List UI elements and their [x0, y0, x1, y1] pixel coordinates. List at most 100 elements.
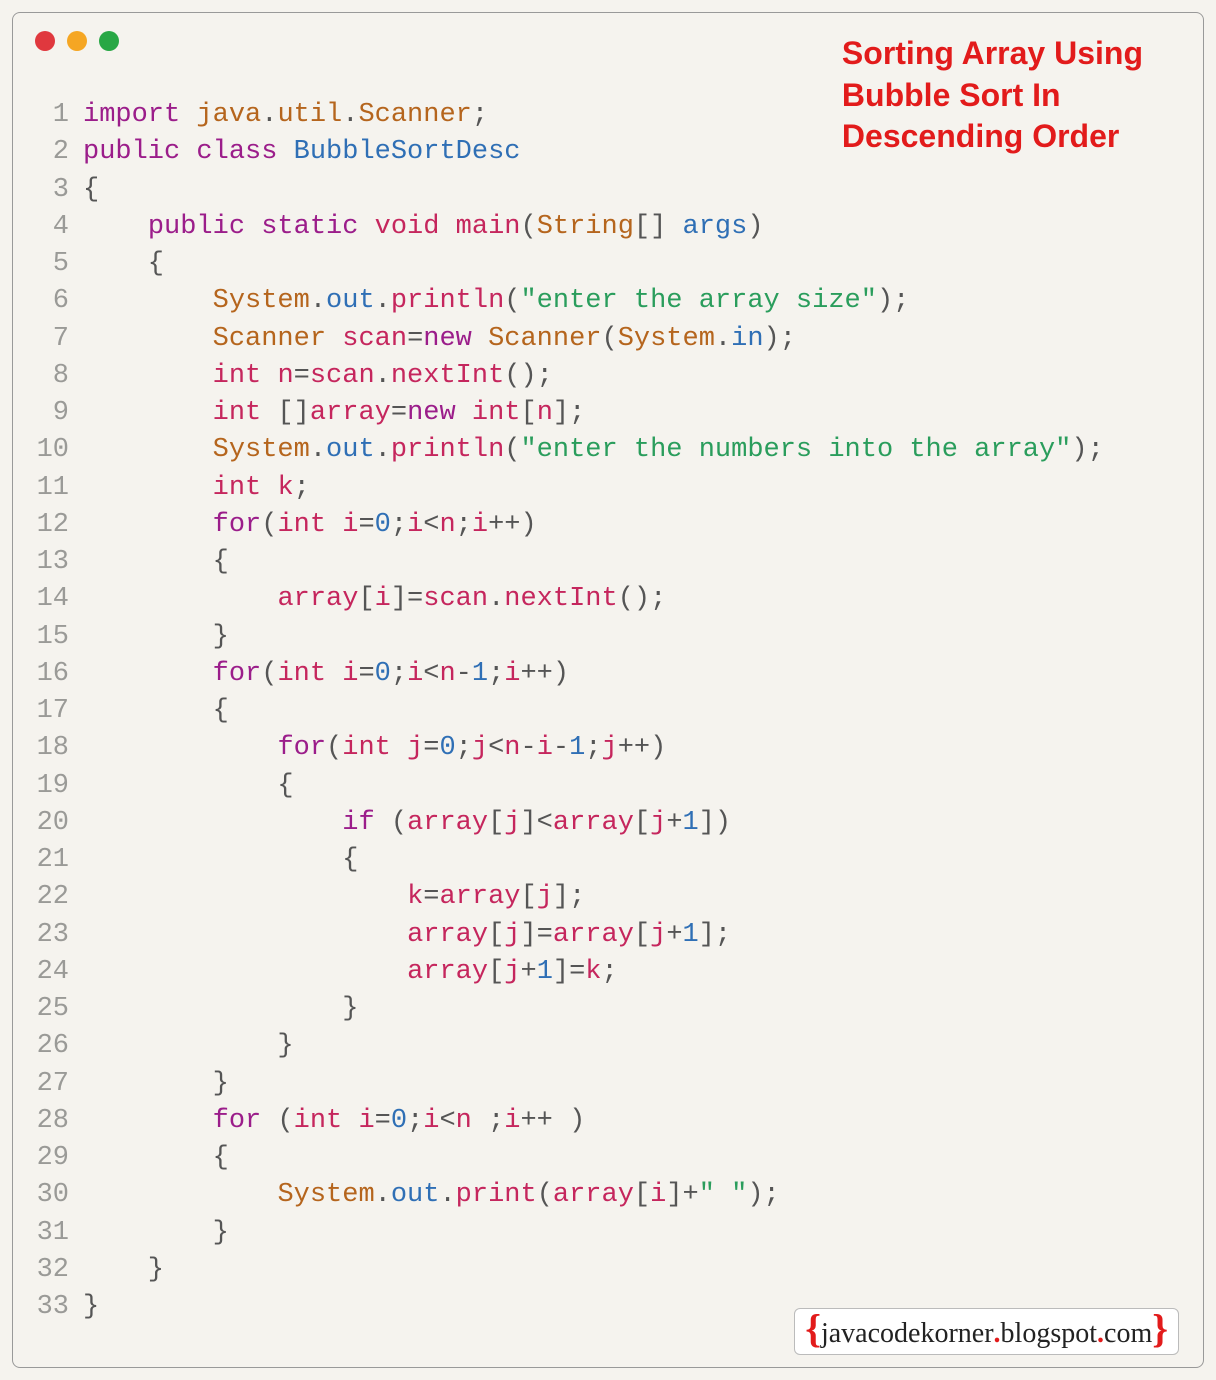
code-line: 29 { [33, 1140, 1183, 1177]
line-number: 18 [33, 730, 83, 767]
token-pun: ++) [488, 510, 537, 540]
token-pun: ; [472, 100, 488, 130]
token-pun: ; [585, 733, 601, 763]
token-var: i [537, 733, 553, 763]
token-kw: for [213, 659, 262, 689]
line-number: 29 [33, 1140, 83, 1177]
token-pun: (); [504, 361, 553, 391]
token-mth: println [391, 435, 504, 465]
token-pun: - [456, 659, 472, 689]
token-pun: ; [602, 957, 618, 987]
badge-text-3: com [1104, 1318, 1152, 1350]
token-pun [261, 361, 277, 391]
badge-text-1: javacodekorner [821, 1318, 994, 1350]
code-text: } [83, 1028, 1183, 1065]
code-text: k=array[j]; [83, 879, 1183, 916]
token-pun: ); [877, 286, 909, 316]
token-pun: . [342, 100, 358, 130]
token-var: array [277, 584, 358, 614]
line-number: 9 [33, 395, 83, 432]
token-pun: ++ ) [520, 1106, 585, 1136]
token-idb: out [391, 1180, 440, 1210]
token-var: k [407, 882, 423, 912]
token-kw: static [261, 212, 358, 242]
token-var: array [553, 1180, 634, 1210]
token-pun: < [423, 659, 439, 689]
code-line: 30 System.out.print(array[i]+" "); [33, 1177, 1183, 1214]
token-pun: ]; [553, 398, 585, 428]
code-line: 32 } [33, 1252, 1183, 1289]
code-area: 1import java.util.Scanner;2public class … [13, 51, 1203, 1326]
code-line: 15 } [33, 619, 1183, 656]
line-number: 6 [33, 283, 83, 320]
line-number: 21 [33, 842, 83, 879]
token-pun: } [83, 1218, 229, 1248]
maximize-icon[interactable] [99, 31, 119, 51]
code-line: 17 { [33, 693, 1183, 730]
token-var: k [585, 957, 601, 987]
token-pun: [ [634, 808, 650, 838]
token-pun [83, 808, 342, 838]
close-icon[interactable] [35, 31, 55, 51]
token-pun: ]= [391, 584, 423, 614]
token-pun: } [83, 1292, 99, 1322]
code-text: System.out.println("enter the numbers in… [83, 432, 1183, 469]
token-pun: ; [456, 733, 472, 763]
code-line: 23 array[j]=array[j+1]; [33, 917, 1183, 954]
token-kw: new [423, 324, 472, 354]
token-var: array [553, 920, 634, 950]
code-line: 28 for (int i=0;i<n ;i++ ) [33, 1103, 1183, 1140]
token-idb: out [326, 435, 375, 465]
token-var: i [342, 659, 358, 689]
token-pun [456, 398, 472, 428]
token-pun: ( [326, 733, 342, 763]
token-pun: ( [504, 435, 520, 465]
code-line: 16 for(int i=0;i<n-1;i++) [33, 656, 1183, 693]
code-line: 4 public static void main(String[] args) [33, 209, 1183, 246]
code-window: Sorting Array UsingBubble Sort InDescend… [12, 12, 1204, 1368]
line-number: 11 [33, 470, 83, 507]
token-pun [83, 473, 213, 503]
token-cls: System [213, 286, 310, 316]
token-var: i [342, 510, 358, 540]
token-pun: . [375, 435, 391, 465]
token-pun: } [83, 1255, 164, 1285]
token-pun [261, 473, 277, 503]
token-typ: int [213, 361, 262, 391]
code-text: { [83, 768, 1183, 805]
token-pun: ]+ [666, 1180, 698, 1210]
token-num: 0 [375, 510, 391, 540]
token-pun: ]; [699, 920, 731, 950]
token-pun: = [423, 733, 439, 763]
token-typ: int [342, 733, 391, 763]
token-str: "enter the numbers into the array" [520, 435, 1071, 465]
token-pun: = [294, 361, 310, 391]
code-line: 20 if (array[j]<array[j+1]) [33, 805, 1183, 842]
code-line: 21 { [33, 842, 1183, 879]
minimize-icon[interactable] [67, 31, 87, 51]
line-number: 16 [33, 656, 83, 693]
code-text: } [83, 1252, 1183, 1289]
token-var: j [537, 882, 553, 912]
token-pun: - [520, 733, 536, 763]
token-pun: + [666, 808, 682, 838]
code-text: } [83, 1066, 1183, 1103]
token-pun: < [423, 510, 439, 540]
token-pun [83, 1180, 277, 1210]
token-cls: Scanner [488, 324, 601, 354]
token-typ: int [277, 659, 326, 689]
code-line: 10 System.out.println("enter the numbers… [33, 432, 1183, 469]
code-text: int k; [83, 470, 1183, 507]
token-mth: println [391, 286, 504, 316]
token-kw: public [148, 212, 245, 242]
line-number: 14 [33, 581, 83, 618]
token-cls: System [213, 435, 310, 465]
code-text: for (int i=0;i<n ;i++ ) [83, 1103, 1183, 1140]
line-number: 7 [33, 321, 83, 358]
token-pun [180, 137, 196, 167]
token-pun [83, 361, 213, 391]
token-var: i [375, 584, 391, 614]
source-badge: { javacodekorner.blogspot.com } [794, 1308, 1179, 1355]
token-num: 1 [472, 659, 488, 689]
token-pun [326, 510, 342, 540]
